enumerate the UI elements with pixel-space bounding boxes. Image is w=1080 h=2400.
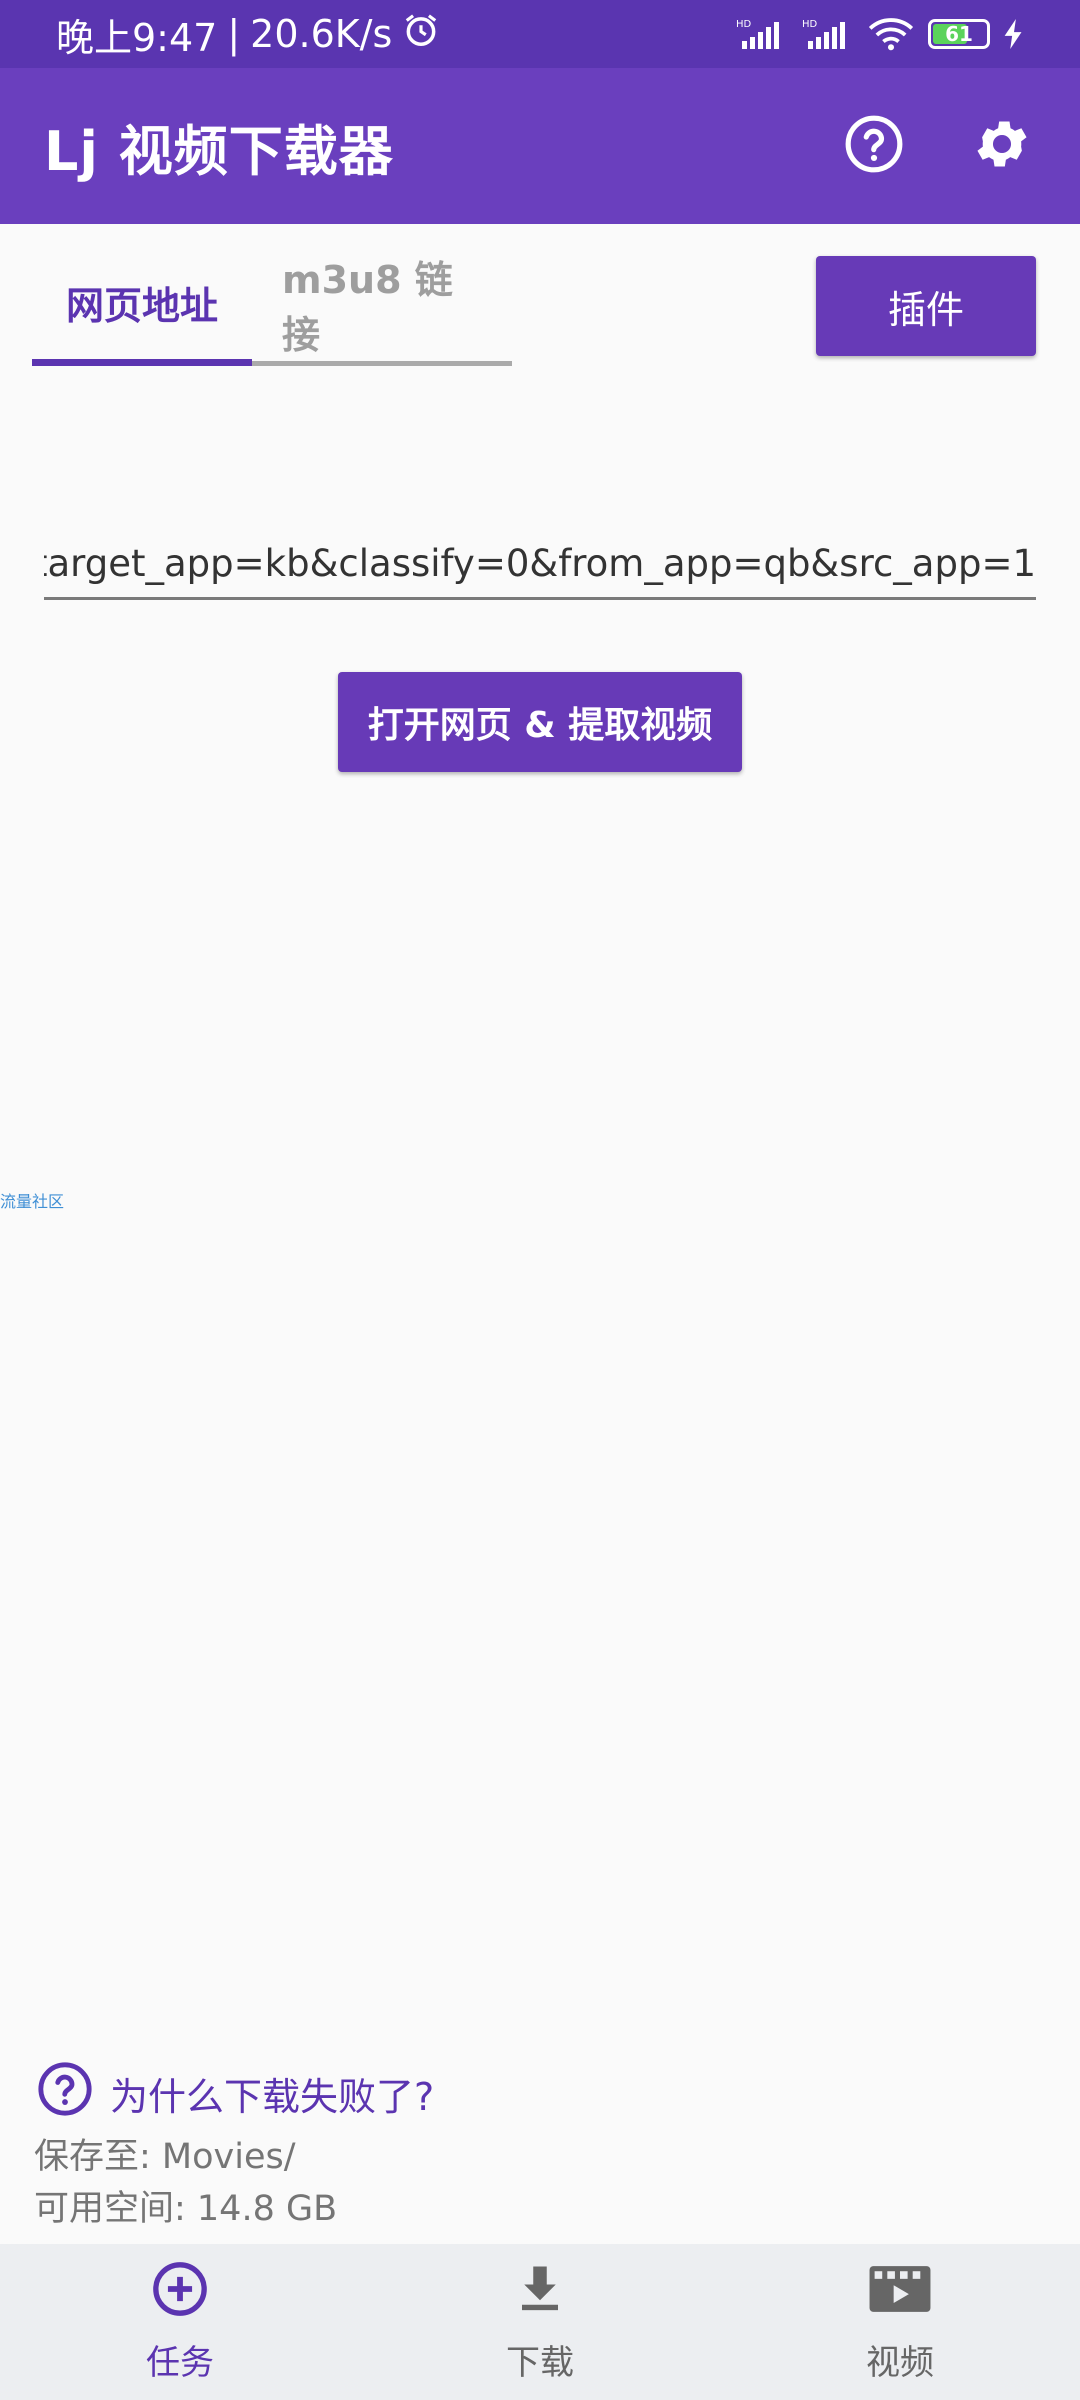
nav-videos[interactable]: 视频 — [720, 2244, 1080, 2400]
app-title: Lj 视频下载器 — [44, 119, 394, 183]
bottom-nav: 任务 下载 视频 — [0, 2244, 1080, 2400]
app-actions — [840, 112, 1036, 180]
battery-level: 61 — [945, 22, 973, 46]
help-circle-icon — [843, 113, 905, 179]
status-right: HD HD 61 — [736, 17, 1024, 51]
signal-icon: HD — [736, 17, 788, 51]
free-space: 可用空间: 14.8 GB — [34, 2189, 338, 2229]
status-left: 晚上9:47 | 20.6K/s — [56, 7, 440, 62]
video-icon — [867, 2260, 933, 2327]
plugin-button[interactable]: 插件 — [816, 256, 1036, 356]
tab-bar: 网页地址 m3u8 链接 — [32, 246, 512, 366]
gear-icon — [971, 113, 1033, 179]
add-circle-icon — [151, 2260, 209, 2327]
nav-tasks[interactable]: 任务 — [0, 2244, 360, 2400]
app-bar: Lj 视频下载器 — [0, 68, 1080, 224]
nav-tasks-label: 任务 — [146, 2343, 214, 2383]
tab-m3u8-link[interactable]: m3u8 链接 — [252, 246, 512, 366]
battery-icon: 61 — [928, 19, 990, 49]
help-circle-icon — [36, 2060, 94, 2127]
alarm-icon — [402, 11, 440, 58]
tab-webpage-url[interactable]: 网页地址 — [32, 246, 252, 366]
why-failed-text: 为什么下载失败了? — [110, 2075, 435, 2119]
status-time: 晚上9:47 — [56, 15, 218, 60]
help-button[interactable] — [840, 112, 908, 180]
status-separator: | — [227, 12, 241, 56]
status-speed: 20.6K/s — [250, 12, 393, 56]
settings-button[interactable] — [968, 112, 1036, 180]
download-icon — [513, 2260, 567, 2327]
why-failed-link[interactable]: 为什么下载失败了? — [36, 2060, 434, 2127]
charging-icon — [1004, 19, 1024, 49]
community-link[interactable]: 流量社区 — [0, 1188, 64, 1212]
status-bar: 晚上9:47 | 20.6K/s HD HD 61 — [0, 0, 1080, 68]
nav-videos-label: 视频 — [866, 2343, 934, 2383]
signal-icon: HD — [802, 17, 854, 51]
nav-downloads-label: 下载 — [506, 2343, 574, 2383]
open-webpage-extract-button[interactable]: 打开网页 & 提取视频 — [338, 672, 742, 772]
svg-text:HD: HD — [802, 19, 818, 30]
save-location: 保存至: Movies/ — [34, 2137, 296, 2177]
svg-text:HD: HD — [736, 19, 752, 30]
wifi-icon — [868, 17, 914, 51]
url-field[interactable]: 0&target_app=kb&classify=0&from_app=qb&s… — [44, 530, 1036, 600]
url-input[interactable]: 0&target_app=kb&classify=0&from_app=qb&s… — [44, 542, 1036, 585]
nav-downloads[interactable]: 下载 — [360, 2244, 720, 2400]
